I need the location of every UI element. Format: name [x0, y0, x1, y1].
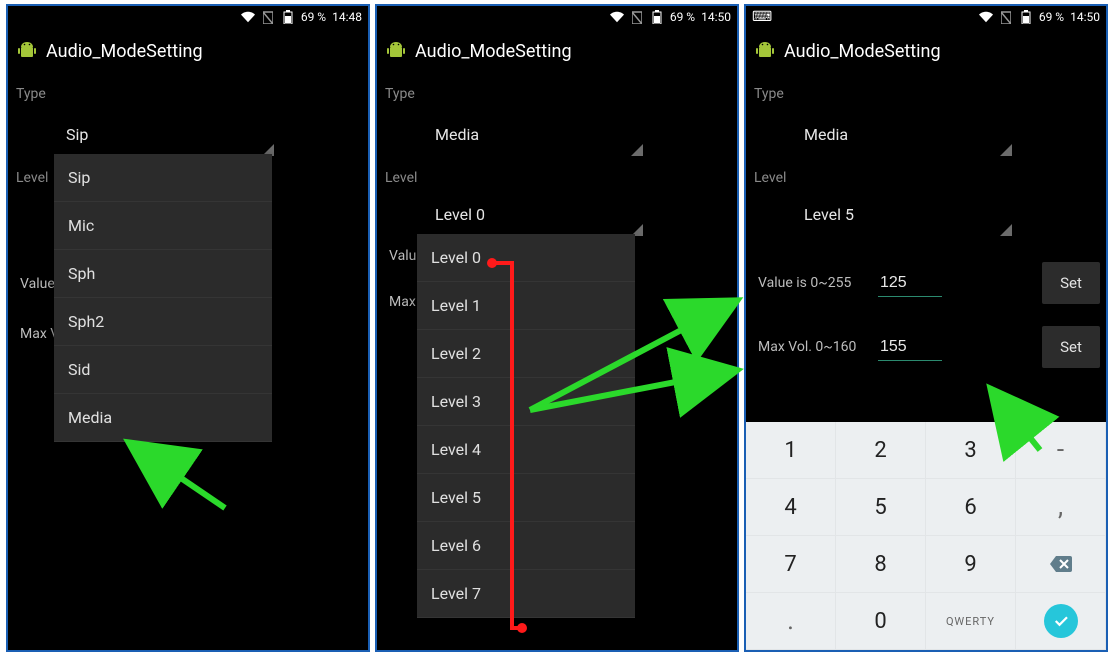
key-1[interactable]: 1: [746, 422, 836, 479]
type-spinner[interactable]: Media: [423, 112, 643, 156]
key-4[interactable]: 4: [746, 479, 836, 536]
keyboard-indicator-icon: ⌨: [752, 9, 773, 25]
set-max-vol-button[interactable]: Set: [1042, 326, 1100, 368]
key-done[interactable]: [1016, 593, 1106, 650]
key-comma[interactable]: ,: [1016, 479, 1106, 536]
phone-screenshot-2: 69 % 14:50 Audio_ModeSetting Type Media …: [375, 4, 739, 652]
backspace-icon: [1048, 554, 1074, 574]
key-8[interactable]: 8: [836, 536, 926, 593]
level-dropdown: Level 0 Level 1 Level 2 Level 3 Level 4 …: [417, 234, 635, 618]
android-icon: [14, 38, 40, 64]
wifi-icon: [979, 10, 993, 24]
status-bar: 69 % 14:50: [377, 6, 737, 28]
sim-icon: [999, 10, 1013, 24]
wifi-icon: [241, 10, 255, 24]
value-input[interactable]: [878, 270, 942, 297]
level-spinner[interactable]: Level 5: [792, 192, 1012, 236]
clock: 14:50: [1070, 10, 1100, 24]
app-bar: Audio_ModeSetting: [746, 28, 1106, 74]
key-minus[interactable]: -: [1016, 422, 1106, 479]
phone-screenshot-1: 69 % 14:48 Audio_ModeSetting Type Sip Le…: [6, 4, 370, 652]
app-title: Audio_ModeSetting: [784, 41, 941, 62]
dropdown-item[interactable]: Level 6: [417, 522, 635, 570]
key-3[interactable]: 3: [926, 422, 1016, 479]
dropdown-item[interactable]: Mic: [54, 202, 272, 250]
battery-icon: [281, 10, 295, 24]
type-label: Type: [385, 86, 731, 102]
dropdown-item[interactable]: Level 4: [417, 426, 635, 474]
set-value-button[interactable]: Set: [1042, 262, 1100, 304]
key-5[interactable]: 5: [836, 479, 926, 536]
app-title: Audio_ModeSetting: [46, 41, 203, 62]
dropdown-item[interactable]: Level 1: [417, 282, 635, 330]
key-6[interactable]: 6: [926, 479, 1016, 536]
dropdown-item[interactable]: Sip: [54, 154, 272, 202]
check-icon: [1044, 604, 1078, 638]
level-label: Level: [754, 170, 1100, 186]
type-spinner[interactable]: Sip: [54, 112, 274, 156]
dropdown-item[interactable]: Sph: [54, 250, 272, 298]
dropdown-item-media[interactable]: Media: [54, 394, 272, 442]
wifi-icon: [610, 10, 624, 24]
android-icon: [752, 38, 778, 64]
key-qwerty[interactable]: QWERTY: [926, 593, 1016, 650]
sim-icon: [630, 10, 644, 24]
status-bar: ⌨ 69 % 14:50: [746, 6, 1106, 28]
type-label: Type: [16, 86, 362, 102]
type-label: Type: [754, 86, 1100, 102]
dropdown-item[interactable]: Sid: [54, 346, 272, 394]
app-bar: Audio_ModeSetting: [8, 28, 368, 74]
level-label: Level: [385, 170, 731, 186]
app-title: Audio_ModeSetting: [415, 41, 572, 62]
type-spinner[interactable]: Media: [792, 112, 1012, 156]
key-backspace[interactable]: [1016, 536, 1106, 593]
dropdown-item[interactable]: Level 2: [417, 330, 635, 378]
dropdown-item[interactable]: Sph2: [54, 298, 272, 346]
phone-screenshot-3: ⌨ 69 % 14:50 Audio_ModeSetting Type Me: [744, 4, 1108, 652]
key-9[interactable]: 9: [926, 536, 1016, 593]
clock: 14:50: [701, 10, 731, 24]
key-7[interactable]: 7: [746, 536, 836, 593]
battery-percent: 69 %: [670, 10, 695, 24]
max-vol-label: Max Vol. 0~160: [758, 339, 868, 355]
max-vol-input[interactable]: [878, 334, 942, 361]
key-0[interactable]: 0: [836, 593, 926, 650]
battery-icon: [650, 10, 664, 24]
dropdown-item[interactable]: Level 0: [417, 234, 635, 282]
android-icon: [383, 38, 409, 64]
value-label: Value is 0~255: [758, 275, 868, 291]
numeric-keypad: 1 2 3 - 4 5 6 , 7 8 9: [746, 422, 1106, 650]
level-spinner[interactable]: Level 0: [423, 192, 643, 236]
dropdown-item[interactable]: Level 7: [417, 570, 635, 618]
dropdown-item[interactable]: Level 3: [417, 378, 635, 426]
type-dropdown: Sip Mic Sph Sph2 Sid Media: [54, 154, 272, 442]
dropdown-item[interactable]: Level 5: [417, 474, 635, 522]
app-bar: Audio_ModeSetting: [377, 28, 737, 74]
key-2[interactable]: 2: [836, 422, 926, 479]
key-dot[interactable]: .: [746, 593, 836, 650]
status-bar: 69 % 14:48: [8, 6, 368, 28]
battery-percent: 69 %: [301, 10, 326, 24]
battery-icon: [1019, 10, 1033, 24]
clock: 14:48: [332, 10, 362, 24]
sim-icon: [261, 10, 275, 24]
battery-percent: 69 %: [1039, 10, 1064, 24]
